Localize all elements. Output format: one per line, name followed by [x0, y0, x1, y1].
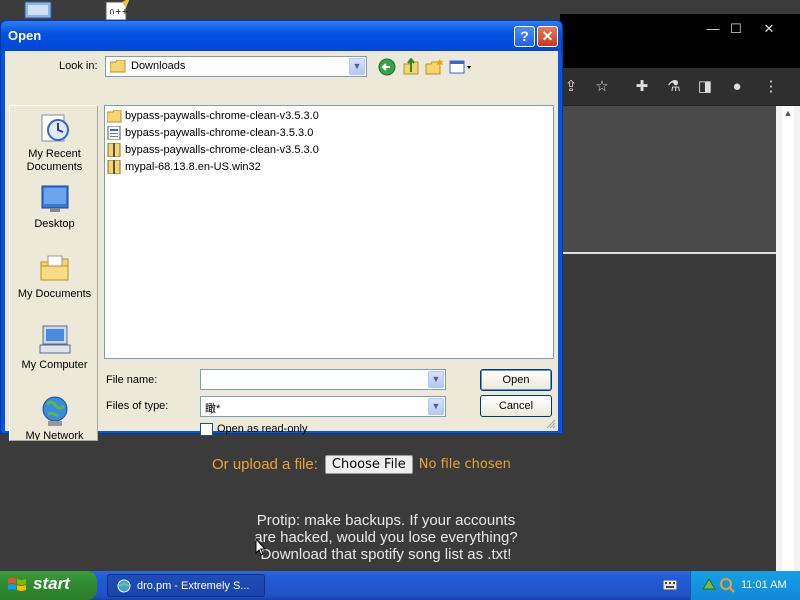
chevron-down-icon[interactable]: ▼ — [349, 58, 365, 75]
desktop-document-icon[interactable]: ∩++ — [102, 0, 136, 20]
page-scrollbar[interactable]: ▲ — [776, 106, 800, 571]
look-in-label: Look in: — [59, 60, 98, 72]
file-name-label: File name: — [106, 374, 158, 386]
upload-row: Or upload a file: Choose File No file ch… — [212, 453, 511, 475]
place-label: Desktop — [34, 218, 75, 230]
page-divider — [560, 252, 776, 254]
resize-grip-icon[interactable] — [546, 419, 556, 429]
no-file-chosen-text: No file chosen — [418, 456, 511, 472]
dialog-close-button[interactable]: ✕ — [537, 26, 558, 47]
scroll-up-icon[interactable]: ▲ — [782, 108, 794, 118]
side-panel-icon[interactable]: ◨ — [694, 76, 716, 98]
browser-window: — ☐ ✕ ⇪ ☆ ✚ ⚗ ◨ ● ⋮ ▲ — [560, 14, 800, 571]
keyboard-icon[interactable] — [663, 580, 677, 590]
my-documents-icon — [40, 255, 68, 281]
browser-toolbar: ⇪ ☆ ✚ ⚗ ◨ ● ⋮ — [560, 68, 800, 106]
folder-icon — [107, 109, 122, 122]
protip-line: Download that spotify song list as .txt! — [260, 546, 512, 563]
maximize-button[interactable]: ☐ — [722, 20, 750, 38]
my-network-icon — [42, 396, 67, 426]
page-content-area — [560, 106, 776, 252]
up-folder-icon[interactable] — [402, 58, 420, 76]
system-tray: 11:01 AM — [690, 571, 800, 600]
svg-text:✱: ✱ — [436, 58, 443, 68]
browser-close-button[interactable]: ✕ — [755, 20, 783, 38]
place-desktop[interactable]: Desktop — [10, 182, 97, 231]
mouse-cursor-icon — [255, 538, 267, 556]
place-my-network[interactable]: My Network — [10, 394, 97, 441]
new-folder-icon[interactable]: ✱ — [425, 58, 443, 76]
list-item[interactable]: bypass-paywalls-chrome-clean-3.5.3.0 — [107, 125, 313, 141]
taskbar-item-browser[interactable]: dro.pm - Extremely S... — [107, 574, 265, 597]
taskbar: start dro.pm - Extremely S... 11:01 AM — [0, 571, 800, 600]
clock: 11:01 AM — [741, 579, 787, 591]
read-only-checkbox[interactable] — [200, 423, 213, 436]
desktop-icon — [41, 185, 68, 212]
file-name: mypal-68.13.8.en-US.win32 — [125, 161, 261, 173]
file-name: bypass-paywalls-chrome-clean-v3.5.3.0 — [125, 110, 319, 122]
folder-icon — [110, 60, 126, 73]
document-icon — [107, 126, 121, 140]
profile-avatar-icon[interactable]: ● — [726, 76, 748, 98]
place-label: My Computer — [21, 359, 88, 371]
back-icon[interactable] — [378, 58, 396, 76]
protip-text: Protip: make backups. If your accounts a… — [246, 512, 526, 563]
look-in-value: Downloads — [131, 60, 186, 72]
start-button[interactable]: start — [0, 571, 97, 600]
menu-dots-icon[interactable]: ⋮ — [760, 76, 782, 98]
look-in-dropdown[interactable]: Downloads ▼ — [105, 56, 367, 77]
files-of-type-dropdown[interactable]: 瞰* ▼ — [200, 396, 446, 417]
dialog-titlebar[interactable]: Open ? ✕ — [1, 21, 562, 51]
network-tray-icon[interactable] — [701, 577, 717, 593]
protip-line: Protip: make backups. If your accounts — [256, 512, 516, 529]
list-item[interactable]: bypass-paywalls-chrome-clean-v3.5.3.0 — [107, 108, 319, 124]
file-name-input[interactable]: ▼ — [200, 369, 446, 390]
share-icon[interactable]: ⇪ — [560, 76, 582, 98]
places-bar: My Recent Documents Desktop My Documents — [9, 105, 98, 441]
open-dialog: Open ? ✕ Look in: Downloads ▼ ✱ My Recen… — [0, 20, 563, 441]
place-label: My Network — [25, 430, 84, 441]
file-name: bypass-paywalls-chrome-clean-v3.5.3.0 — [125, 144, 319, 156]
list-item[interactable]: bypass-paywalls-chrome-clean-v3.5.3.0 — [107, 142, 319, 158]
zip-icon — [107, 143, 121, 157]
start-label: start — [33, 574, 70, 593]
recent-documents-icon — [41, 114, 69, 142]
files-of-type-label: Files of type: — [106, 400, 169, 412]
place-label: My Recent Documents — [26, 148, 83, 173]
open-button[interactable]: Open — [480, 369, 552, 391]
cancel-button[interactable]: Cancel — [480, 395, 552, 417]
zip-icon — [107, 160, 121, 174]
list-item[interactable]: mypal-68.13.8.en-US.win32 — [107, 159, 261, 175]
upload-label: Or upload a file: — [212, 455, 318, 473]
file-list[interactable]: bypass-paywalls-chrome-clean-v3.5.3.0 by… — [104, 105, 554, 359]
place-my-computer[interactable]: My Computer — [10, 323, 97, 372]
labs-flask-icon[interactable]: ⚗ — [663, 76, 685, 98]
view-menu-icon[interactable] — [449, 58, 473, 76]
files-of-type-value: 瞰* — [205, 403, 221, 415]
choose-file-button[interactable]: Choose File — [324, 454, 413, 474]
dialog-title: Open — [8, 28, 42, 43]
bookmark-star-icon[interactable]: ☆ — [591, 76, 613, 98]
windows-flag-icon — [8, 578, 26, 591]
place-recent-documents[interactable]: My Recent Documents — [10, 112, 97, 174]
chevron-down-icon[interactable]: ▼ — [428, 371, 444, 388]
dialog-body: Look in: Downloads ▼ ✱ My Recent Documen… — [5, 51, 558, 441]
my-computer-icon — [39, 325, 70, 354]
place-label: My Documents — [17, 288, 92, 300]
file-name: bypass-paywalls-chrome-clean-3.5.3.0 — [125, 127, 314, 139]
extensions-icon[interactable]: ✚ — [631, 76, 653, 98]
place-my-documents[interactable]: My Documents — [10, 252, 97, 301]
protip-line: are hacked, would you lose everything? — [254, 529, 518, 546]
desktop-shortcut-icon[interactable] — [22, 0, 56, 20]
browser-titlebar: — ☐ ✕ — [560, 14, 800, 68]
scrollbar-thumb[interactable] — [782, 106, 794, 571]
chevron-down-icon[interactable]: ▼ — [428, 398, 444, 415]
svg-text:∩++: ∩++ — [109, 7, 128, 16]
taskbar-item-label: dro.pm - Extremely S... — [137, 580, 250, 592]
help-button[interactable]: ? — [514, 26, 535, 47]
read-only-label: Open as read-only — [217, 423, 308, 435]
browser-icon — [117, 579, 131, 593]
search-tray-icon[interactable] — [719, 577, 735, 593]
